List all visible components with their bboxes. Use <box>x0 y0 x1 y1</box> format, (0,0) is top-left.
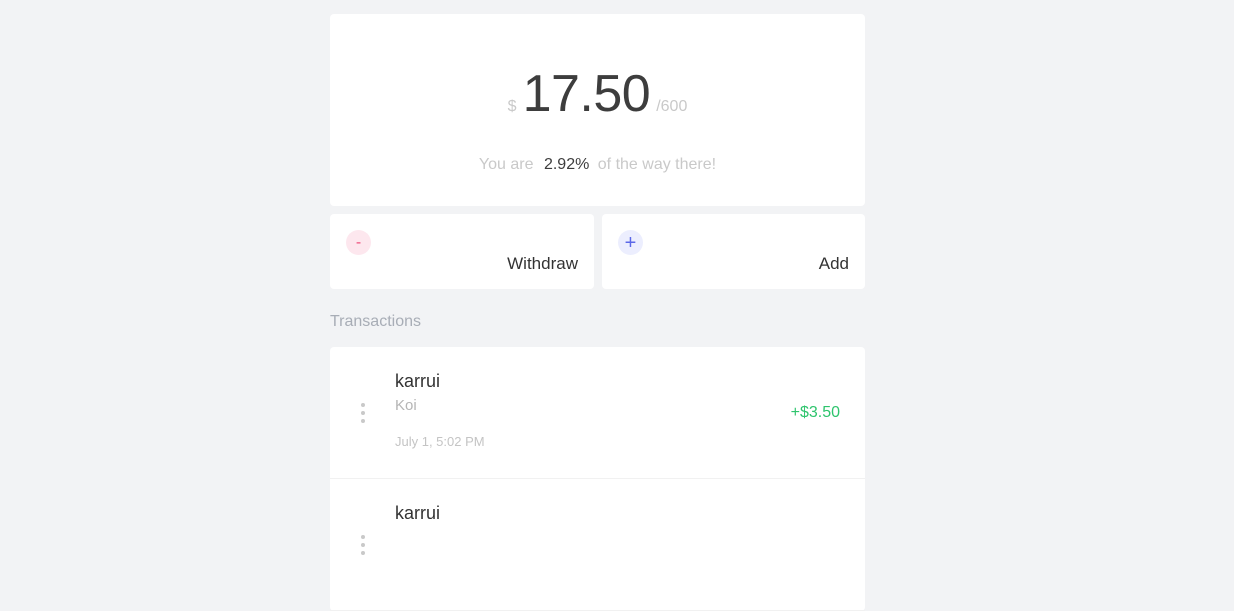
transactions-list: karrui Koi July 1, 5:02 PM +$3.50 karrui <box>330 347 865 611</box>
transaction-row: karrui Koi July 1, 5:02 PM +$3.50 <box>330 347 865 479</box>
progress-prefix: You are <box>478 156 534 173</box>
transaction-amount: +$3.50 <box>790 404 840 421</box>
plus-icon: + <box>618 230 643 255</box>
progress-suffix: of the way there! <box>597 156 717 173</box>
goal-amount: /600 <box>656 98 688 115</box>
transaction-date: July 1, 5:02 PM <box>395 434 485 449</box>
balance-card: $17.50/600 You are 2.92% of the way ther… <box>330 14 865 206</box>
balance-row: $17.50/600 <box>330 64 865 124</box>
transaction-user: karrui <box>395 371 441 391</box>
balance-amount: 17.50 <box>522 65 651 123</box>
withdraw-label: Withdraw <box>507 254 578 273</box>
transaction-note: Koi <box>395 397 417 414</box>
progress-text: You are 2.92% of the way there! <box>330 156 865 174</box>
currency-symbol: $ <box>507 98 517 115</box>
transaction-row: karrui <box>330 479 865 611</box>
add-button[interactable]: + Add <box>602 214 865 289</box>
minus-icon: - <box>346 230 371 255</box>
withdraw-button[interactable]: - Withdraw <box>330 214 594 289</box>
savings-app: $17.50/600 You are 2.92% of the way ther… <box>330 14 865 611</box>
progress-percent: 2.92% <box>543 156 590 173</box>
transaction-user: karrui <box>395 503 441 523</box>
more-options-icon[interactable] <box>359 403 367 423</box>
add-label: Add <box>818 254 849 273</box>
more-options-icon[interactable] <box>359 535 367 555</box>
transactions-title: Transactions <box>330 313 421 330</box>
action-buttons: - Withdraw + Add <box>330 214 865 289</box>
